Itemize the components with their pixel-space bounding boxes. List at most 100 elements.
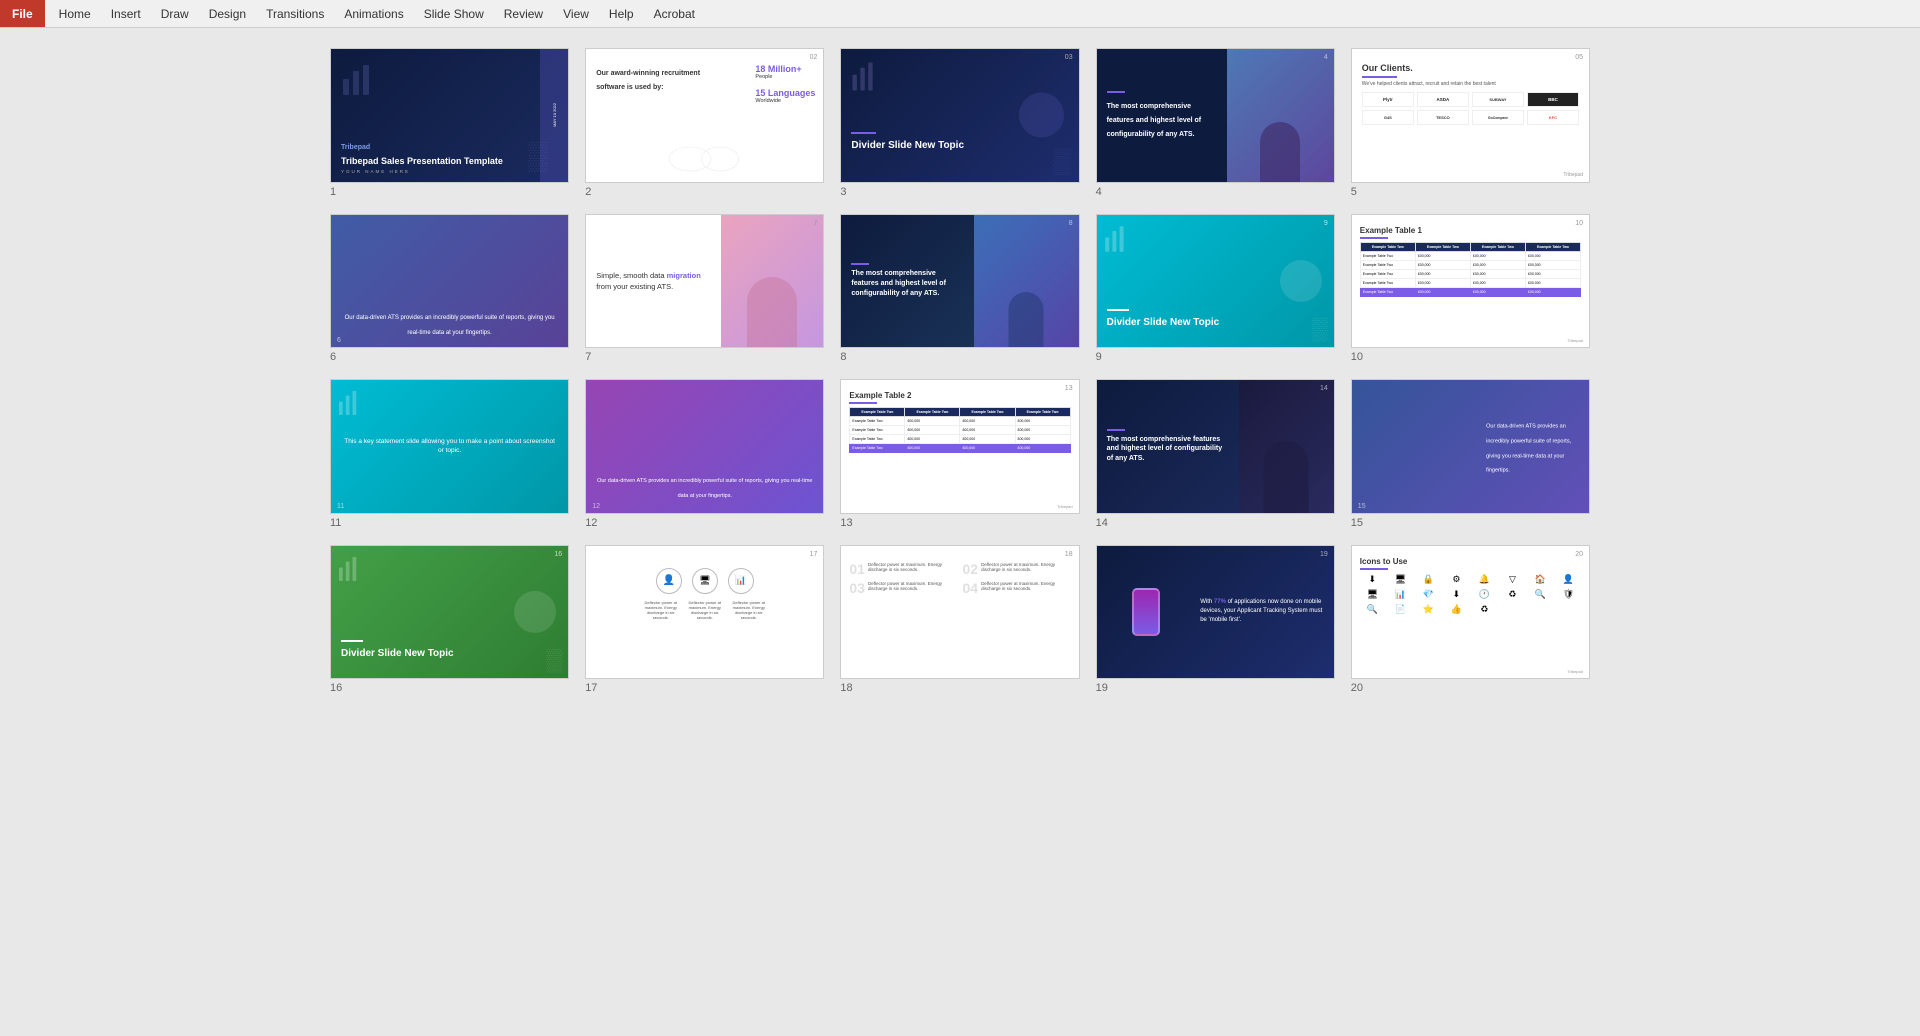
slide-6-num: 6	[337, 337, 341, 344]
slide-wrapper-1: MAY 10 2022 Tribepad Tribepad Sales Pres…	[330, 48, 569, 198]
slide-11[interactable]: This a key statement slide allowing you …	[330, 379, 569, 514]
slide-wrapper-13: 13 Example Table 2 Example Table Two Exa…	[840, 379, 1079, 529]
slide-18[interactable]: 18 01 Deflector power at maximum. Energy…	[840, 545, 1079, 680]
slide-7[interactable]: Simple, smooth data migration from your …	[585, 214, 824, 349]
file-menu[interactable]: File	[0, 0, 45, 27]
slides-grid: MAY 10 2022 Tribepad Tribepad Sales Pres…	[330, 48, 1590, 694]
presentation-area: MAY 10 2022 Tribepad Tribepad Sales Pres…	[0, 28, 1920, 1036]
slide-12-text: Our data-driven ATS provides an incredib…	[594, 471, 815, 500]
slide-3-number: 3	[840, 186, 1079, 198]
menu-help[interactable]: Help	[599, 3, 644, 25]
menu-design[interactable]: Design	[199, 3, 256, 25]
slide-14-num: 14	[1320, 385, 1328, 392]
slide-2-stats: 18 Million+ People 15 Languages Worldwid…	[755, 64, 815, 104]
slide-1-number: 1	[330, 186, 569, 198]
slide-3-watermark: ▒	[1054, 148, 1071, 176]
slide-7-photo	[721, 215, 823, 348]
slide-9-number: 9	[1096, 351, 1335, 363]
menu-animations[interactable]: Animations	[334, 3, 413, 25]
slide-3[interactable]: 03 Divider Slide New Topic ▒	[840, 48, 1079, 183]
slide-14-photo	[1239, 380, 1334, 513]
slide-16-circle	[514, 591, 556, 633]
slide-19-num: 19	[1320, 551, 1328, 558]
slide-13-num: 13	[1065, 385, 1073, 392]
slide-11-number: 11	[330, 517, 569, 529]
slide-wrapper-5: 05 Our Clients. We've helped clients att…	[1351, 48, 1590, 198]
menu-view[interactable]: View	[553, 3, 599, 25]
slide-11-icon	[336, 388, 366, 421]
slide-wrapper-17: 17 👤 🖥 📊 Deflector power at maximum. Ene…	[585, 545, 824, 695]
slide-2[interactable]: 02 Our award-winning recruitment softwar…	[585, 48, 824, 183]
slide-6-number: 6	[330, 351, 569, 363]
slide-13[interactable]: 13 Example Table 2 Example Table Two Exa…	[840, 379, 1079, 514]
slide-16-icon	[336, 554, 366, 587]
menu-insert[interactable]: Insert	[101, 3, 151, 25]
slide-11-text: This a key statement slide allowing you …	[343, 437, 556, 457]
slide-7-text: Simple, smooth data migration from your …	[586, 215, 721, 348]
slide-17[interactable]: 17 👤 🖥 📊 Deflector power at maximum. Ene…	[585, 545, 824, 680]
slide-7-num: 7	[813, 220, 817, 227]
slide-5-title: Our Clients.	[1362, 63, 1579, 73]
slide-5-number: 5	[1351, 186, 1590, 198]
slide-8-photo	[974, 215, 1078, 348]
slide-4-number: 4	[1096, 186, 1335, 198]
slide-19-text: With 77% of applications now done on mob…	[1196, 546, 1334, 679]
slide-20-title: Icons to Use	[1360, 557, 1581, 566]
slide-1-bars-icon	[339, 59, 379, 102]
slide-15[interactable]: Our data-driven ATS provides an incredib…	[1351, 379, 1590, 514]
slide-19-number: 19	[1096, 682, 1335, 694]
slide-2-number: 2	[585, 186, 824, 198]
menu-review[interactable]: Review	[494, 3, 553, 25]
slide-7-number: 7	[585, 351, 824, 363]
slide-wrapper-19: With 77% of applications now done on mob…	[1096, 545, 1335, 695]
slide-wrapper-18: 18 01 Deflector power at maximum. Energy…	[840, 545, 1079, 695]
slide-16-content: Divider Slide New Topic	[341, 640, 454, 660]
slide-4[interactable]: The most comprehensive features and high…	[1096, 48, 1335, 183]
menu-home[interactable]: Home	[49, 3, 101, 25]
slide-8-text: The most comprehensive features and high…	[841, 215, 974, 348]
slide-wrapper-8: The most comprehensive features and high…	[840, 214, 1079, 364]
slide-12-number: 12	[585, 517, 824, 529]
slide-1[interactable]: MAY 10 2022 Tribepad Tribepad Sales Pres…	[330, 48, 569, 183]
slide-6[interactable]: Our data-driven ATS provides an incredib…	[330, 214, 569, 349]
slide-3-num: 03	[1065, 54, 1073, 61]
slide-wrapper-4: The most comprehensive features and high…	[1096, 48, 1335, 198]
slide-9[interactable]: 9 Divider Slide New Topic ▒	[1096, 214, 1335, 349]
slide-11-num: 11	[337, 503, 344, 510]
slide-15-num: 15	[1358, 503, 1366, 510]
slide-wrapper-12: Our data-driven ATS provides an incredib…	[585, 379, 824, 529]
slide-14[interactable]: The most comprehensive features and high…	[1096, 379, 1335, 514]
menu-draw[interactable]: Draw	[151, 3, 199, 25]
slide-20[interactable]: 20 Icons to Use ⬇ 🖥 🔒 ⚙ 🔔 ▽ 🏠 👤 🖥 📊 💎 ⬇	[1351, 545, 1590, 680]
slide-10-title: Example Table 1	[1360, 226, 1581, 235]
menu-transitions[interactable]: Transitions	[256, 3, 334, 25]
slide-wrapper-2: 02 Our award-winning recruitment softwar…	[585, 48, 824, 198]
slide-6-overlay: Our data-driven ATS provides an incredib…	[331, 215, 568, 348]
slide-6-text: Our data-driven ATS provides an incredib…	[339, 308, 560, 337]
slide-20-icons-grid: ⬇ 🖥 🔒 ⚙ 🔔 ▽ 🏠 👤 🖥 📊 💎 ⬇ 🕐 ♻ 🔍 🛡	[1360, 574, 1581, 615]
slide-13-number: 13	[840, 517, 1079, 529]
menu-slideshow[interactable]: Slide Show	[414, 3, 494, 25]
date-text: MAY 10 2022	[552, 103, 557, 127]
slide-19[interactable]: With 77% of applications now done on mob…	[1096, 545, 1335, 680]
slide-10[interactable]: 10 Example Table 1 Example Table Two Exa…	[1351, 214, 1590, 349]
slide-2-map	[622, 144, 788, 174]
slide-wrapper-3: 03 Divider Slide New Topic ▒ 3	[840, 48, 1079, 198]
slide-8-num: 8	[1069, 220, 1073, 227]
slide-10-table: Example Table Two Example Table Two Exam…	[1360, 242, 1581, 297]
slide-wrapper-20: 20 Icons to Use ⬇ 🖥 🔒 ⚙ 🔔 ▽ 🏠 👤 🖥 📊 💎 ⬇	[1351, 545, 1590, 695]
slide-9-icon	[1102, 223, 1134, 258]
slide-5[interactable]: 05 Our Clients. We've helped clients att…	[1351, 48, 1590, 183]
slide-10-num: 10	[1575, 220, 1583, 227]
slide-14-number: 14	[1096, 517, 1335, 529]
slide-1-logo: Tribepad	[341, 138, 370, 152]
slide-12[interactable]: Our data-driven ATS provides an incredib…	[585, 379, 824, 514]
slide-wrapper-16: 16 Divider Slide New Topic ▒ 16	[330, 545, 569, 695]
slide-16-num: 16	[554, 551, 562, 558]
slide-16[interactable]: 16 Divider Slide New Topic ▒	[330, 545, 569, 680]
slide-4-text: The most comprehensive features and high…	[1097, 49, 1227, 182]
menu-acrobat[interactable]: Acrobat	[644, 3, 705, 25]
slide-4-num: 4	[1324, 54, 1328, 61]
slide-12-overlay: Our data-driven ATS provides an incredib…	[586, 380, 823, 513]
slide-8[interactable]: The most comprehensive features and high…	[840, 214, 1079, 349]
